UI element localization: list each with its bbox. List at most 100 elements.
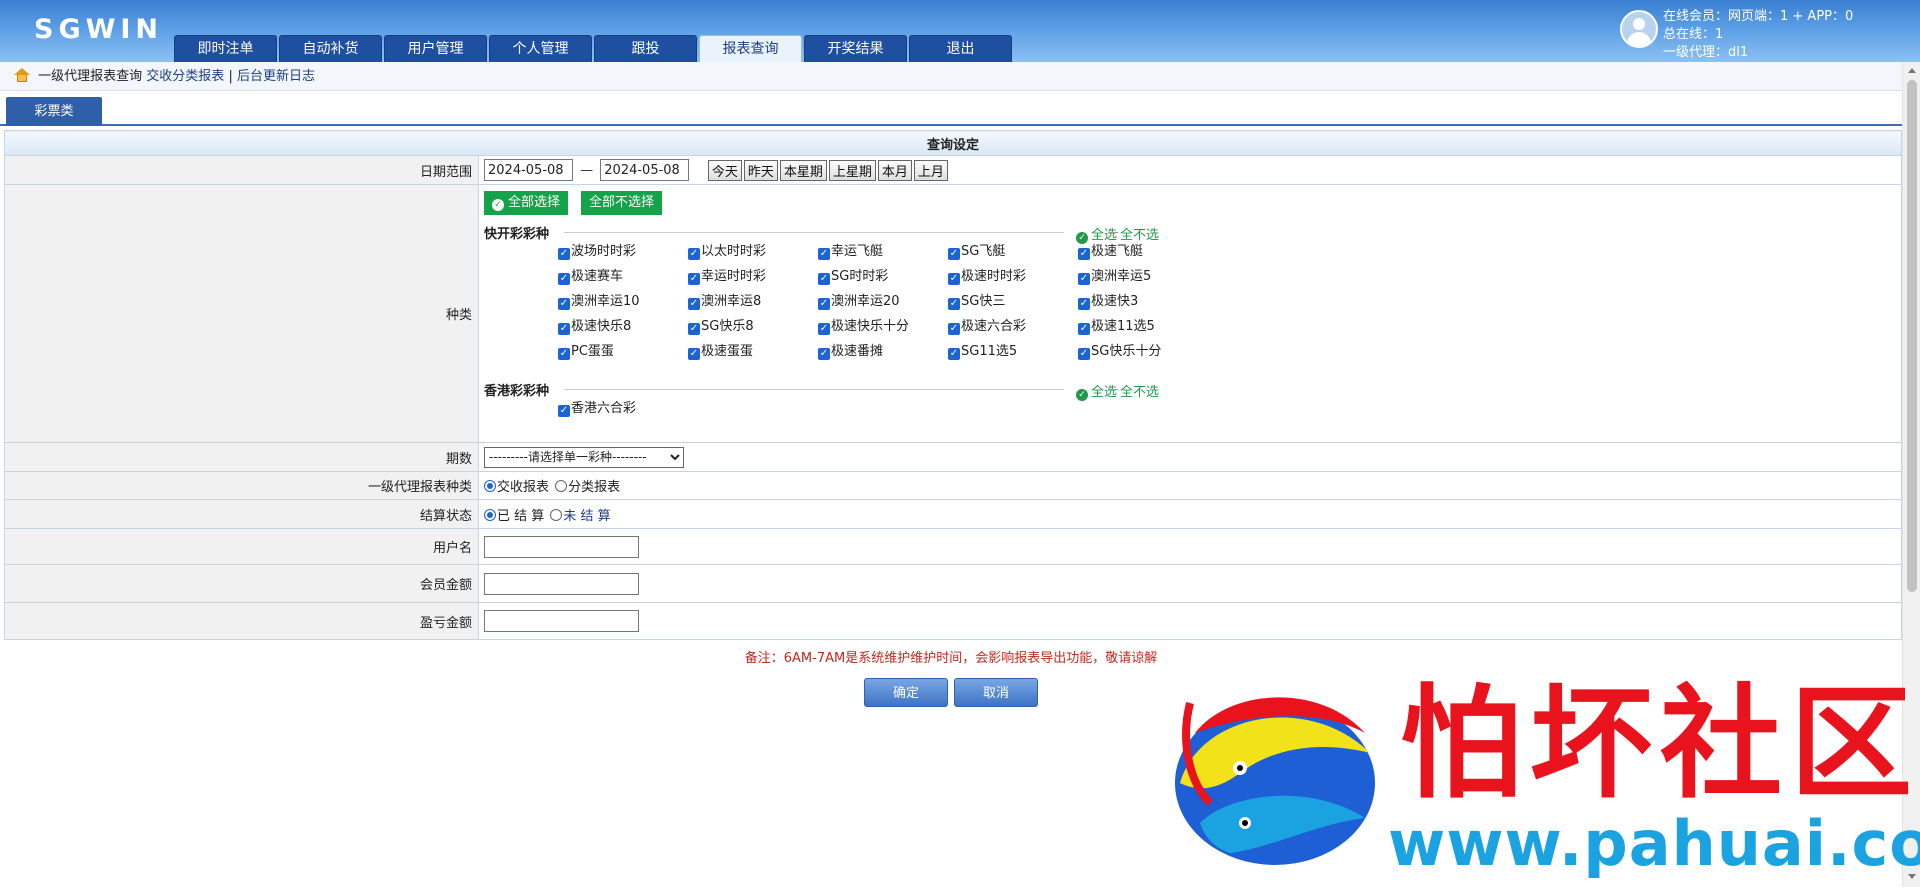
checkbox-checked-icon: ✓ — [1078, 298, 1090, 310]
game-checkbox[interactable]: ✓ 极速快乐8 — [558, 316, 688, 337]
tab-instant-bets[interactable]: 即时注单 — [174, 35, 277, 62]
group-select-none[interactable]: 全不选 — [1107, 381, 1159, 400]
game-checkbox[interactable]: ✓ 极速时时彩 — [948, 266, 1078, 287]
profit-amount-label: 盈亏金额 — [4, 602, 479, 640]
period-select[interactable]: ---------请选择单一彩种-------- — [484, 446, 684, 468]
tab-personal-management[interactable]: 个人管理 — [489, 35, 592, 62]
type-label: 种类 — [4, 184, 479, 443]
radio-classify-report[interactable]: 分类报表 — [555, 480, 620, 495]
watermark-url: www.pahuai.com — [1388, 807, 1920, 880]
group-select-all[interactable]: ✓ 全选 — [1076, 381, 1117, 401]
checkbox-checked-icon: ✓ — [818, 273, 830, 285]
game-checkbox[interactable]: ✓ 澳洲幸运5 — [1078, 266, 1208, 287]
game-checkbox[interactable]: ✓ 极速飞艇 — [1078, 241, 1208, 262]
breadcrumb-current: 一级代理报表查询 — [38, 69, 143, 84]
game-checkbox[interactable]: ✓ 极速快乐十分 — [818, 316, 948, 337]
radio-unchecked-icon — [555, 480, 568, 492]
checkbox-checked-icon: ✓ — [558, 298, 570, 310]
date-range-label: 日期范围 — [4, 155, 479, 185]
last-week-button[interactable]: 上星期 — [828, 159, 876, 181]
checkbox-checked-icon: ✓ — [948, 298, 960, 310]
scroll-thumb[interactable] — [1907, 80, 1917, 592]
game-checkbox[interactable]: ✓ 波场时时彩 — [558, 241, 688, 262]
radio-settled[interactable]: 已 结 算 — [484, 508, 544, 524]
checkbox-checked-icon: ✓ — [818, 323, 830, 335]
update-log-link[interactable]: 后台更新日志 — [237, 69, 315, 84]
checkbox-checked-icon: ✓ — [558, 348, 570, 360]
game-checkbox[interactable]: ✓ 极速11选5 — [1078, 316, 1208, 337]
game-checkbox[interactable]: ✓ 极速快3 — [1078, 291, 1208, 312]
checkbox-checked-icon: ✓ — [1078, 273, 1090, 285]
game-checkbox[interactable]: ✓ 极速蛋蛋 — [688, 341, 818, 362]
group-divider — [564, 389, 1064, 390]
date-dash: — — [580, 162, 594, 178]
game-checkbox[interactable]: ✓ 以太时时彩 — [688, 241, 818, 262]
yesterday-button[interactable]: 昨天 — [743, 159, 778, 181]
game-checkbox[interactable]: ✓ SG快乐十分 — [1078, 341, 1208, 362]
this-month-button[interactable]: 本月 — [877, 159, 912, 181]
game-checkbox[interactable]: ✓ 澳洲幸运8 — [688, 291, 818, 312]
tab-auto-replenish[interactable]: 自动补货 — [279, 35, 382, 62]
game-grid: ✓ 波场时时彩 ✓ 以太时时彩 ✓ 幸运飞艇 ✓ SG飞艇 ✓ 极速飞艇 ✓ 极速赛车 ✓ 幸… — [558, 241, 1901, 362]
member-amount-input[interactable] — [484, 572, 639, 595]
classify-report-link[interactable]: 交收分类报表 — [146, 69, 224, 84]
checkbox-checked-icon: ✓ — [818, 298, 830, 310]
site-watermark: 怕坏社区 www.pahuai.com — [1160, 673, 1920, 887]
query-settings-table: 查询设定 日期范围 — 今天昨天本星期上星期本月上月 种类 ✓全部选择全部不选择… — [4, 130, 1902, 640]
group-select-all[interactable]: ✓ 全选 — [1076, 224, 1117, 244]
game-checkbox[interactable]: ✓ 香港六合彩 — [558, 398, 688, 419]
tab-draw-results[interactable]: 开奖结果 — [804, 35, 907, 62]
radio-unsettled[interactable]: 未 结 算 — [550, 508, 611, 524]
checkbox-checked-icon: ✓ — [688, 273, 700, 285]
checkbox-checked-icon: ✓ — [1078, 348, 1090, 360]
group-select-none[interactable]: 全不选 — [1107, 224, 1159, 243]
game-checkbox[interactable]: ✓ 极速六合彩 — [948, 316, 1078, 337]
checkbox-checked-icon: ✓ — [688, 348, 700, 360]
subtab-row: 彩票类 — [0, 91, 1902, 126]
home-icon[interactable] — [14, 68, 30, 82]
cancel-button[interactable]: 取消 — [954, 678, 1038, 707]
game-checkbox[interactable]: ✓ SG快三 — [948, 291, 1078, 312]
username-input[interactable] — [484, 535, 639, 558]
tab-report-query[interactable]: 报表查询 — [699, 35, 802, 62]
select-none-button[interactable]: 全部不选择 — [581, 191, 663, 215]
checkbox-checked-icon: ✓ — [558, 405, 570, 417]
tab-lottery[interactable]: 彩票类 — [6, 97, 102, 126]
app-logo: SGWIN — [34, 14, 164, 45]
checkbox-checked-icon: ✓ — [558, 323, 570, 335]
game-checkbox[interactable]: ✓ SG11选5 — [948, 341, 1078, 362]
game-checkbox[interactable]: ✓ 幸运时时彩 — [688, 266, 818, 287]
checkbox-checked-icon: ✓ — [948, 273, 960, 285]
hk-lottery-group: 香港彩彩种 ✓ 全选 全不选 ✓ 香港六合彩 — [484, 378, 1901, 419]
end-date-input[interactable] — [600, 159, 690, 181]
game-checkbox[interactable]: ✓ 极速赛车 — [558, 266, 688, 287]
scroll-up-icon[interactable] — [1908, 68, 1916, 73]
fish-logo-icon — [1175, 697, 1375, 865]
game-checkbox[interactable]: ✓ SG时时彩 — [818, 266, 948, 287]
game-checkbox[interactable]: ✓ PC蛋蛋 — [558, 341, 688, 362]
radio-unchecked-icon — [550, 508, 563, 521]
game-checkbox[interactable]: ✓ 澳洲幸运20 — [818, 291, 948, 312]
this-week-button[interactable]: 本星期 — [779, 159, 827, 181]
radio-checked-icon — [484, 508, 496, 521]
game-checkbox[interactable]: ✓ 澳洲幸运10 — [558, 291, 688, 312]
confirm-button[interactable]: 确定 — [864, 678, 948, 707]
game-checkbox[interactable]: ✓ SG快乐8 — [688, 316, 818, 337]
profit-amount-input[interactable] — [484, 610, 639, 632]
game-checkbox[interactable]: ✓ 极速番摊 — [818, 341, 948, 362]
main-nav: 即时注单 自动补货 用户管理 个人管理 跟投 报表查询 开奖结果 退出 — [174, 35, 1014, 62]
username-label: 用户名 — [4, 528, 479, 565]
tab-logout[interactable]: 退出 — [909, 35, 1012, 62]
start-date-input[interactable] — [484, 159, 573, 181]
member-amount-label: 会员金额 — [4, 564, 479, 603]
game-checkbox[interactable]: ✓ SG飞艇 — [948, 241, 1078, 262]
select-all-button[interactable]: ✓ 全部选择 — [484, 191, 569, 215]
group-divider — [564, 232, 1064, 233]
tab-follow-bet[interactable]: 跟投 — [594, 35, 697, 62]
last-month-button[interactable]: 上月 — [913, 159, 948, 181]
today-button[interactable]: 今天 — [707, 159, 742, 181]
radio-settlement-report[interactable]: 交收报表 — [484, 480, 549, 495]
tab-user-management[interactable]: 用户管理 — [384, 35, 487, 62]
game-checkbox[interactable]: ✓ 幸运飞艇 — [818, 241, 948, 262]
top-header: SGWIN 即时注单 自动补货 用户管理 个人管理 跟投 报表查询 开奖结果 退… — [0, 0, 1920, 62]
